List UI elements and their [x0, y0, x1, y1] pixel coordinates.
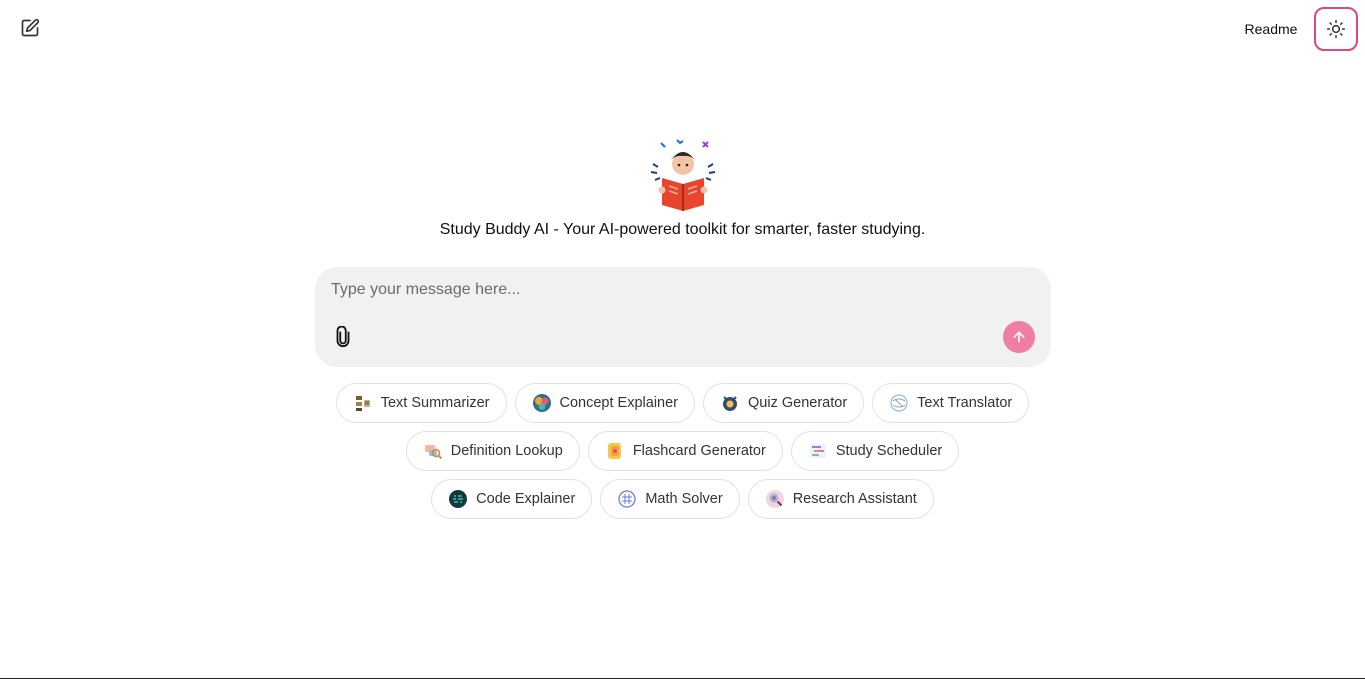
attach-button[interactable] — [329, 323, 357, 351]
code-icon — [448, 489, 468, 509]
tagline: Study Buddy AI - Your AI-powered toolkit… — [439, 221, 926, 238]
arrow-up-icon — [1013, 331, 1025, 343]
summarizer-icon — [353, 393, 373, 413]
flashcard-icon — [605, 441, 625, 461]
student-reading-book-illustration — [650, 139, 715, 211]
chip-math-solver[interactable]: Math Solver — [600, 479, 740, 519]
chip-label: Flashcard Generator — [632, 443, 766, 459]
chip-text-summarizer[interactable]: Text Summarizer — [335, 383, 507, 423]
chip-label: Math Solver — [645, 491, 723, 507]
new-chat-button[interactable] — [14, 12, 46, 44]
hero: Study Buddy AI - Your AI-powered toolkit… — [0, 138, 1365, 240]
concept-icon — [532, 393, 552, 413]
chip-label: Code Explainer — [476, 491, 576, 507]
chip-definition-lookup[interactable]: Definition Lookup — [405, 431, 580, 471]
theme-toggle-button[interactable] — [1314, 7, 1358, 51]
chip-label: Concept Explainer — [559, 395, 679, 411]
message-input[interactable] — [331, 281, 1011, 309]
pencil-square-icon — [21, 18, 40, 37]
chip-study-scheduler[interactable]: Study Scheduler — [790, 431, 960, 471]
chip-flashcard-generator[interactable]: Flashcard Generator — [587, 431, 783, 471]
chip-label: Study Scheduler — [835, 443, 943, 459]
readme-link[interactable]: Readme — [1232, 14, 1310, 44]
chip-label: Text Translator — [917, 395, 1013, 411]
definition-icon — [423, 441, 443, 461]
paperclip-icon — [336, 326, 350, 347]
chip-label: Definition Lookup — [450, 443, 563, 459]
chip-code-explainer[interactable]: Code Explainer — [431, 479, 593, 519]
translator-icon — [889, 393, 909, 413]
research-icon — [765, 489, 785, 509]
chip-label: Text Summarizer — [380, 395, 490, 411]
app-page: Readme Study Buddy AI - Your AI-powered … — [0, 0, 1365, 679]
math-icon — [617, 489, 637, 509]
message-composer — [315, 267, 1051, 367]
chip-label: Quiz Generator — [748, 395, 848, 411]
chip-text-translator[interactable]: Text Translator — [872, 383, 1030, 423]
scheduler-icon — [808, 441, 828, 461]
send-button[interactable] — [1003, 321, 1035, 353]
chip-research-assistant[interactable]: Research Assistant — [747, 479, 934, 519]
chip-label: Research Assistant — [792, 491, 917, 507]
tool-chips: Text Summarizer Concept Explainer Quiz G… — [0, 383, 1365, 519]
chip-quiz-generator[interactable]: Quiz Generator — [703, 383, 865, 423]
sun-icon — [1326, 19, 1346, 39]
chip-row: Text Summarizer Concept Explainer Quiz G… — [335, 383, 1030, 423]
chip-row: Definition Lookup Flashcard Generator St… — [405, 431, 960, 471]
quiz-icon — [720, 393, 740, 413]
chip-concept-explainer[interactable]: Concept Explainer — [514, 383, 696, 423]
chip-row: Code Explainer Math Solver Research Assi… — [431, 479, 934, 519]
